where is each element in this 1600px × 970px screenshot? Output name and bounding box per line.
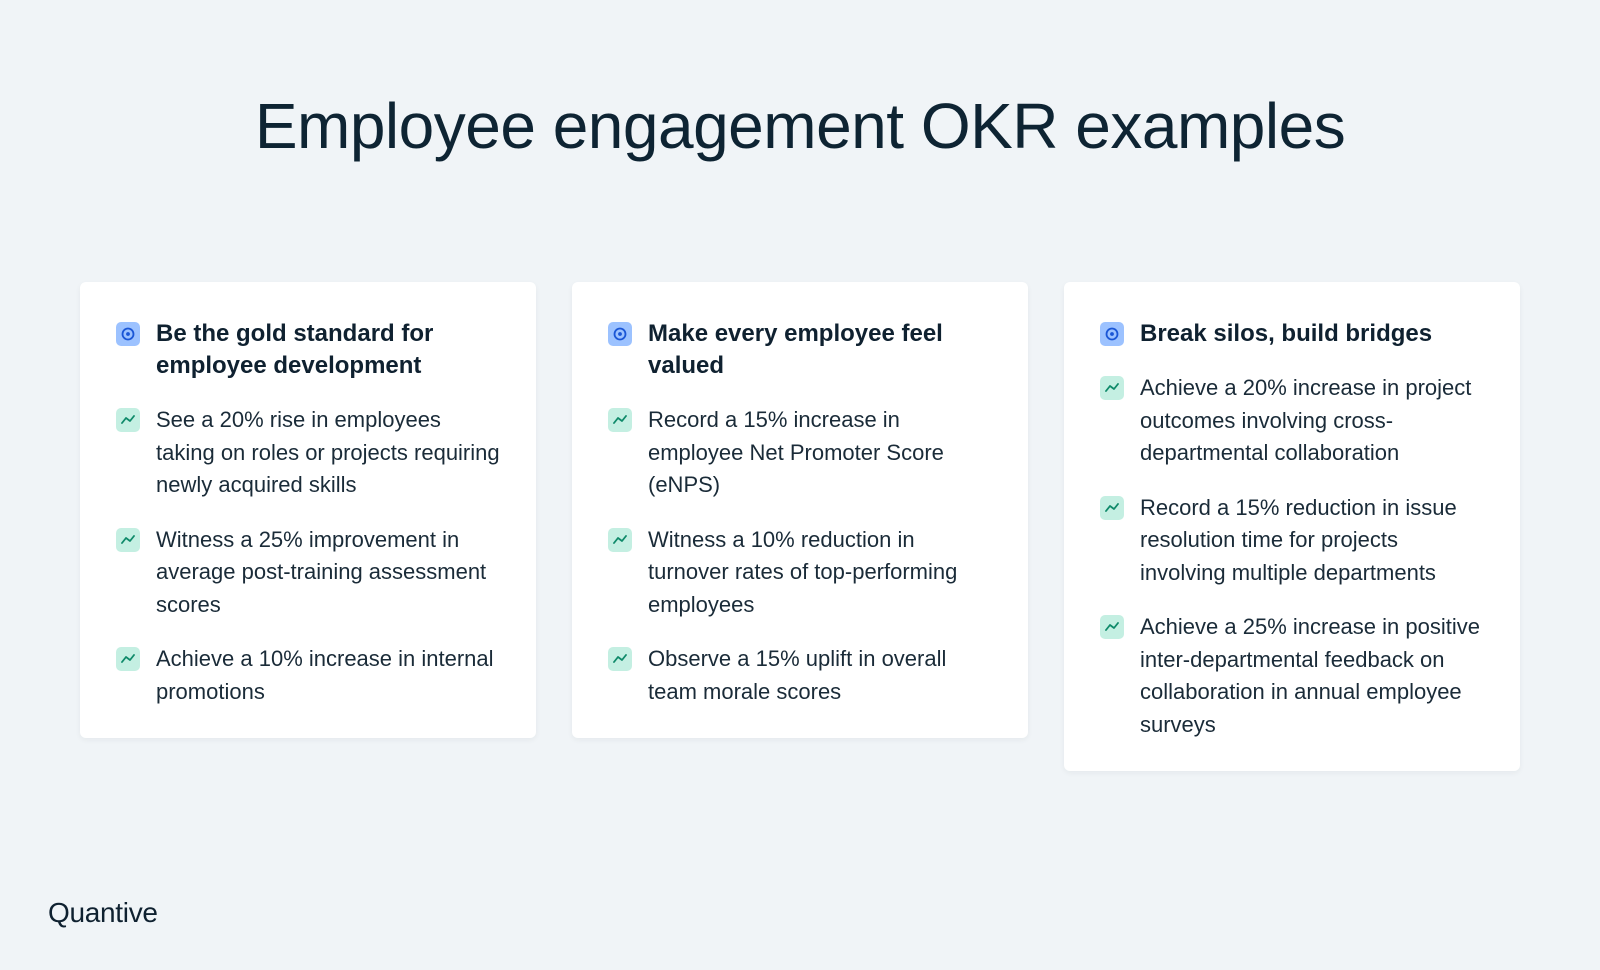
- okr-card-employee-valued: Make every employee feel valued Record a…: [572, 282, 1028, 738]
- key-result-text: Witness a 10% reduction in turnover rate…: [648, 526, 958, 617]
- key-result-text: Achieve a 20% increase in project outcom…: [1140, 375, 1472, 465]
- trend-icon: [608, 527, 632, 552]
- key-result: Achieve a 20% increase in project outcom…: [1100, 372, 1484, 470]
- key-result: Record a 15% increase in employee Net Pr…: [608, 404, 992, 502]
- key-result-text: Achieve a 25% increase in positive inter…: [1140, 614, 1480, 737]
- trend-icon: [1100, 615, 1124, 639]
- objective: Break silos, build bridges: [1100, 318, 1484, 350]
- objective: Be the gold standard for employee develo…: [116, 318, 500, 382]
- key-result-text: Record a 15% increase in employee Net Pr…: [648, 407, 944, 497]
- objective-text: Be the gold standard for employee develo…: [156, 320, 434, 379]
- objective-text: Make every employee feel valued: [648, 320, 943, 379]
- brand-logo: Quantive: [48, 897, 158, 928]
- target-icon: [116, 322, 140, 346]
- trend-icon: [116, 408, 140, 432]
- key-result: Witness a 10% reduction in turnover rate…: [608, 524, 992, 622]
- key-result-text: Witness a 25% improvement in average pos…: [156, 526, 487, 617]
- trend-icon: [608, 408, 632, 432]
- target-icon: [608, 322, 632, 346]
- trend-icon: [608, 647, 632, 671]
- target-icon: [1100, 322, 1124, 346]
- key-result: See a 20% rise in employees taking on ro…: [116, 404, 500, 502]
- key-result: Observe a 15% uplift in overall team mor…: [608, 643, 992, 708]
- key-result: Achieve a 10% increase in internal promo…: [116, 643, 500, 708]
- trend-icon: [1100, 495, 1124, 520]
- key-result-text: Achieve a 10% increase in internal promo…: [156, 646, 494, 704]
- objective-text: Break silos, build bridges: [1140, 320, 1433, 347]
- okr-card-break-silos: Break silos, build bridges Achieve a 20%…: [1064, 282, 1520, 771]
- trend-icon: [116, 647, 140, 671]
- key-result: Record a 15% reduction in issue resoluti…: [1100, 492, 1484, 590]
- trend-icon: [116, 527, 140, 552]
- key-result: Witness a 25% improvement in average pos…: [116, 524, 500, 622]
- key-result-text: See a 20% rise in employees taking on ro…: [156, 407, 500, 497]
- page-title: Employee engagement OKR examples: [254, 90, 1346, 162]
- key-result-text: Observe a 15% uplift in overall team mor…: [648, 646, 947, 704]
- key-result: Achieve a 25% increase in positive inter…: [1100, 611, 1484, 741]
- trend-icon: [1100, 376, 1124, 400]
- okr-card-employee-development: Be the gold standard for employee develo…: [80, 282, 536, 738]
- key-result-text: Record a 15% reduction in issue resoluti…: [1140, 494, 1457, 585]
- objective: Make every employee feel valued: [608, 318, 992, 382]
